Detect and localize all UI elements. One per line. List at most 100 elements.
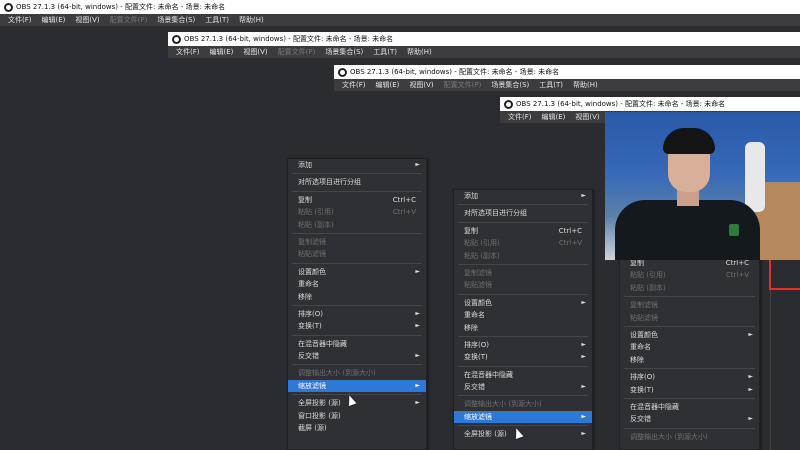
menu-file[interactable]: 文件(F) — [503, 112, 537, 122]
menu-item-screenshot[interactable]: 截屏 (源) — [288, 422, 426, 434]
separator — [624, 325, 755, 327]
separator — [458, 395, 588, 397]
menu-tools[interactable]: 工具(T) — [200, 15, 234, 25]
menu-view[interactable]: 视图(V) — [70, 15, 104, 25]
webcam-person-hair — [663, 128, 715, 154]
separator — [624, 397, 755, 399]
menu-item-rename[interactable]: 重命名 — [454, 309, 592, 321]
menu-item-paste-ref: 粘贴 (引用) Ctrl+V — [298, 208, 416, 217]
separator — [292, 334, 422, 336]
window-title: OBS 27.1.3 (64-bit, windows) - 配置文件: 未命名… — [350, 68, 560, 76]
window-title: OBS 27.1.3 (64-bit, windows) - 配置文件: 未命名… — [184, 35, 394, 43]
menu-help[interactable]: 帮助(H) — [234, 15, 269, 25]
menu-item-set-color[interactable]: 设置颜色 ► — [288, 266, 426, 278]
title-bar: OBS 27.1.3 (64-bit, windows) - 配置文件: 未命名… — [334, 65, 800, 79]
menu-item-transform[interactable]: 变换(T) ► — [288, 320, 426, 332]
menu-item-scale-filter[interactable]: 缩放滤镜 ► — [288, 379, 426, 393]
obs-logo-icon — [172, 34, 181, 44]
webcam-chair — [745, 142, 765, 212]
menu-item-order[interactable]: 排序(O) ► — [288, 308, 426, 320]
menu-item-rename[interactable]: 重命名 — [620, 341, 759, 353]
menu-item-hide-in-mixer[interactable]: 在混音器中隐藏 — [454, 369, 592, 381]
menu-item-remove[interactable]: 移除 — [454, 322, 592, 334]
menu-item-copy[interactable]: 复制 Ctrl+C — [288, 194, 426, 206]
separator — [292, 394, 422, 396]
menu-item-paste-dup: 粘贴 (副本) — [298, 220, 334, 229]
menu-profile: 配置文件(P) — [109, 16, 148, 24]
arrow-right-icon: ► — [415, 352, 420, 360]
menu-item-deinterlace[interactable]: 反交错 ► — [288, 350, 426, 362]
separator — [458, 293, 588, 295]
menu-item-group[interactable]: 对所选项目进行分组 — [454, 207, 592, 219]
menu-item-hide-in-mixer[interactable]: 在混音器中隐藏 — [288, 338, 426, 350]
menu-scene-collection[interactable]: 场景集合(S) — [152, 15, 200, 25]
separator — [292, 190, 422, 192]
separator — [292, 262, 422, 264]
menu-edit[interactable]: 编辑(E) — [37, 15, 71, 25]
menu-edit[interactable]: 编辑(E) — [205, 47, 239, 57]
menu-item-deinterlace[interactable]: 反交错 ► — [454, 381, 592, 393]
menu-item-order[interactable]: 排序(O) ► — [454, 339, 592, 351]
arrow-right-icon: ► — [415, 309, 420, 317]
arrow-right-icon: ► — [581, 192, 586, 199]
menu-item-transform[interactable]: 变换(T) ► — [454, 351, 592, 363]
menu-file[interactable]: 文件(F) — [337, 80, 371, 90]
obs-logo-icon — [504, 99, 513, 109]
menu-item-paste-ref: 粘贴 (引用) Ctrl+V — [464, 239, 582, 248]
menu-view[interactable]: 视图(V) — [570, 112, 604, 122]
title-bar: OBS 27.1.3 (64-bit, windows) - 配置文件: 未命名… — [0, 0, 800, 14]
separator — [458, 204, 588, 206]
menu-item-set-color[interactable]: 设置颜色 ► — [454, 297, 592, 309]
separator — [624, 427, 755, 429]
menu-item-set-color[interactable]: 设置颜色 ► — [620, 329, 759, 341]
arrow-right-icon: ► — [748, 373, 753, 381]
menu-edit[interactable]: 编辑(E) — [537, 112, 571, 122]
menu-scene-collection[interactable]: 场景集合(S) — [320, 47, 368, 57]
menu-item-add[interactable]: 添加 ► — [288, 159, 426, 171]
menu-item-paste-dup: 粘贴 (副本) — [464, 251, 500, 260]
arrow-right-icon: ► — [581, 412, 586, 420]
menu-item-deinterlace[interactable]: 反交错 ► — [620, 413, 759, 425]
arrow-right-icon: ► — [581, 298, 586, 306]
menu-edit[interactable]: 编辑(E) — [371, 80, 405, 90]
arrow-right-icon: ► — [748, 415, 753, 423]
separator — [458, 425, 588, 427]
menu-item-group[interactable]: 对所选项目进行分组 — [288, 176, 426, 188]
menu-item-scale-filter[interactable]: 缩放滤镜 ► — [454, 410, 592, 424]
menu-view[interactable]: 视图(V) — [238, 47, 272, 57]
menu-item-order[interactable]: 排序(O) ► — [620, 371, 759, 383]
menu-item-window-projector[interactable]: 窗口投影 (源) — [288, 410, 426, 422]
separator — [624, 296, 755, 298]
menu-item-copy[interactable]: 复制 Ctrl+C — [454, 225, 592, 237]
menu-tools[interactable]: 工具(T) — [534, 80, 568, 90]
menu-item-add[interactable]: 添加 ► — [454, 190, 592, 202]
menu-item-resize-output: 调整输出大小 (到源大小) — [630, 432, 708, 441]
menu-item-remove[interactable]: 移除 — [620, 354, 759, 366]
menu-help[interactable]: 帮助(H) — [402, 47, 437, 57]
title-bar: OBS 27.1.3 (64-bit, windows) - 配置文件: 未命名… — [500, 97, 800, 111]
menu-help[interactable]: 帮助(H) — [568, 80, 603, 90]
menu-item-hide-in-mixer[interactable]: 在混音器中隐藏 — [620, 401, 759, 413]
menu-scene-collection[interactable]: 场景集合(S) — [486, 80, 534, 90]
menu-file[interactable]: 文件(F) — [171, 47, 205, 57]
menu-item-remove[interactable]: 移除 — [288, 291, 426, 303]
menu-item-transform[interactable]: 变换(T) ► — [620, 384, 759, 396]
webcam-overlay — [605, 112, 800, 260]
menu-tools[interactable]: 工具(T) — [368, 47, 402, 57]
menu-view[interactable]: 视图(V) — [404, 80, 438, 90]
menu-item-paste-filters: 粘贴滤镜 — [298, 250, 326, 259]
separator — [458, 221, 588, 223]
separator — [292, 304, 422, 306]
arrow-right-icon: ► — [581, 383, 586, 391]
obs-logo-icon — [338, 67, 347, 77]
arrow-right-icon: ► — [581, 430, 586, 438]
separator — [458, 263, 588, 265]
menu-item-rename[interactable]: 重命名 — [288, 278, 426, 290]
arrow-right-icon: ► — [415, 267, 420, 275]
arrow-right-icon: ► — [415, 399, 420, 407]
menu-item-fullscreen-projector[interactable]: 全屏投影 (源) ► — [288, 397, 426, 409]
arrow-right-icon: ► — [415, 322, 420, 330]
menu-profile: 配置文件(P) — [443, 81, 482, 89]
webcam-shirt-badge — [729, 224, 739, 236]
menu-file[interactable]: 文件(F) — [3, 15, 37, 25]
